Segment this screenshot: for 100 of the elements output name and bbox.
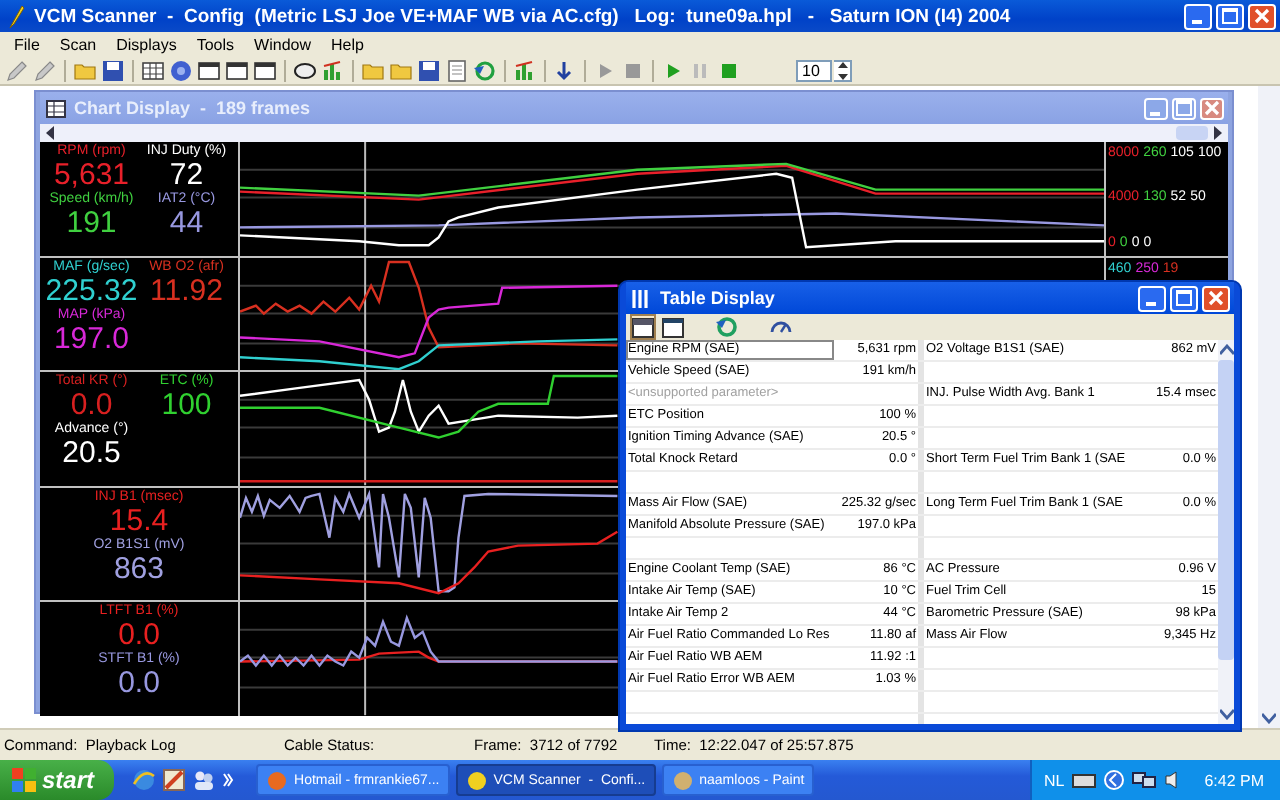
start-button[interactable]: start (0, 760, 115, 800)
windows-flag-icon (12, 768, 36, 792)
pause-icon (690, 59, 712, 81)
gauge-value: 197.0 (53, 323, 130, 356)
vertical-scrollbar[interactable] (1218, 340, 1234, 724)
gauge-value: 225.32 (45, 275, 138, 308)
window-button[interactable] (224, 57, 250, 83)
app-icon (671, 769, 694, 791)
maximize-icon (1176, 290, 1192, 306)
interval-field[interactable]: 10 (796, 59, 832, 81)
menu-item[interactable]: Help (321, 35, 374, 53)
window-icon (254, 59, 276, 81)
window-icon (662, 317, 684, 337)
layout-button[interactable] (660, 314, 686, 340)
gauge-value: 72 (169, 160, 204, 192)
app-icon (465, 769, 488, 791)
page-icon (446, 59, 468, 81)
menu-item[interactable]: File (4, 35, 50, 53)
right-arrow-icon (1212, 126, 1224, 140)
gauge-value: 20.5 (62, 438, 121, 471)
keyboard-icon[interactable] (1072, 770, 1097, 790)
record-icon (294, 59, 316, 81)
save-button[interactable] (100, 57, 126, 83)
gauge-value: 191 (66, 208, 117, 240)
chart-icon (322, 59, 344, 81)
refresh-button[interactable] (472, 57, 498, 83)
maximize-button[interactable] (1216, 3, 1244, 29)
window-button[interactable] (196, 57, 222, 83)
maximize-button[interactable] (1170, 285, 1198, 311)
palette-icon (162, 768, 187, 792)
pencil-button[interactable] (4, 57, 30, 83)
globe-button[interactable] (168, 57, 194, 83)
app-icon (266, 769, 289, 791)
gauge-value: 0.0 (118, 668, 160, 701)
close-icon (1208, 290, 1224, 306)
minimize-button[interactable] (1138, 285, 1166, 311)
window-button[interactable] (252, 57, 278, 83)
table-window-title: Table Display (660, 288, 777, 308)
save-icon (102, 59, 124, 81)
messenger-launch-button[interactable] (192, 768, 217, 792)
refresh-icon (474, 59, 496, 81)
close-button[interactable] (1202, 285, 1230, 311)
chevron-icon[interactable] (222, 772, 235, 788)
grid-button[interactable] (140, 57, 166, 83)
window-icon (226, 59, 248, 81)
gauge-value: 0.0 (70, 390, 113, 423)
save-button[interactable] (416, 57, 442, 83)
close-icon (1204, 100, 1220, 116)
pen-icon (8, 5, 26, 27)
menu-item[interactable]: Scan (49, 35, 107, 53)
maximize-icon (1176, 100, 1192, 116)
left-arrow-icon (44, 126, 56, 140)
spin-button[interactable] (834, 59, 852, 81)
gauge-value: 11.92 (150, 275, 223, 308)
menu-item[interactable]: Displays (106, 35, 187, 53)
chart-window-title: Chart Display - 189 frames (74, 98, 313, 118)
page-button[interactable] (444, 57, 470, 83)
browser-launch-button[interactable] (132, 768, 157, 792)
horizontal-scrollbar[interactable] (40, 124, 1228, 142)
stop-icon (622, 59, 644, 81)
chart-button[interactable] (512, 57, 538, 83)
refresh-icon (716, 316, 738, 338)
grid-icon (142, 59, 164, 81)
layout-button[interactable] (630, 314, 656, 340)
gauge-value: 44 (169, 208, 204, 240)
chart-icon (514, 59, 536, 81)
gauge-value: 0.0 (118, 620, 160, 653)
gauge-value: 100 (161, 390, 212, 423)
close-icon (1254, 8, 1270, 24)
globe-icon (170, 59, 192, 81)
window-icon (198, 59, 220, 81)
scroll-thumb[interactable] (1218, 360, 1234, 660)
vertical-scrollbar[interactable] (1258, 86, 1280, 728)
network-icon[interactable] (1132, 770, 1157, 790)
spin-arrows-icon (835, 59, 849, 81)
record-button[interactable] (292, 57, 318, 83)
paint-launch-button[interactable] (162, 768, 187, 792)
minimize-button[interactable] (1184, 3, 1212, 29)
maximize-icon (1222, 8, 1238, 24)
columns-icon (632, 289, 652, 307)
close-button[interactable] (1248, 3, 1276, 29)
clock: 6:42 PM (1204, 771, 1264, 789)
scroll-thumb[interactable] (1176, 126, 1208, 140)
gauge-value: 5,631 (53, 160, 130, 192)
arrow-circle-icon[interactable] (1104, 770, 1125, 790)
stop-icon (718, 59, 740, 81)
gauge-value: 15.4 (109, 505, 169, 538)
save-icon (418, 59, 440, 81)
window-icon (632, 317, 654, 337)
people-icon (192, 768, 217, 792)
menu-item[interactable]: Tools (186, 35, 245, 53)
gauge-value: 863 (113, 553, 164, 586)
e-logo-icon (132, 768, 157, 792)
chart-button[interactable] (320, 57, 346, 83)
table-icon (46, 99, 66, 117)
refresh-button[interactable] (714, 314, 740, 340)
menu-item[interactable]: Window (244, 35, 321, 53)
gauge-icon (770, 316, 792, 338)
pencil-button[interactable] (32, 57, 58, 83)
window-title: VCM Scanner - Config (Metric LSJ Joe VE+MAF WB via AC.cfg) Log: tune09a.hpl - Saturn ION (I4) 2004 (34, 5, 1013, 27)
